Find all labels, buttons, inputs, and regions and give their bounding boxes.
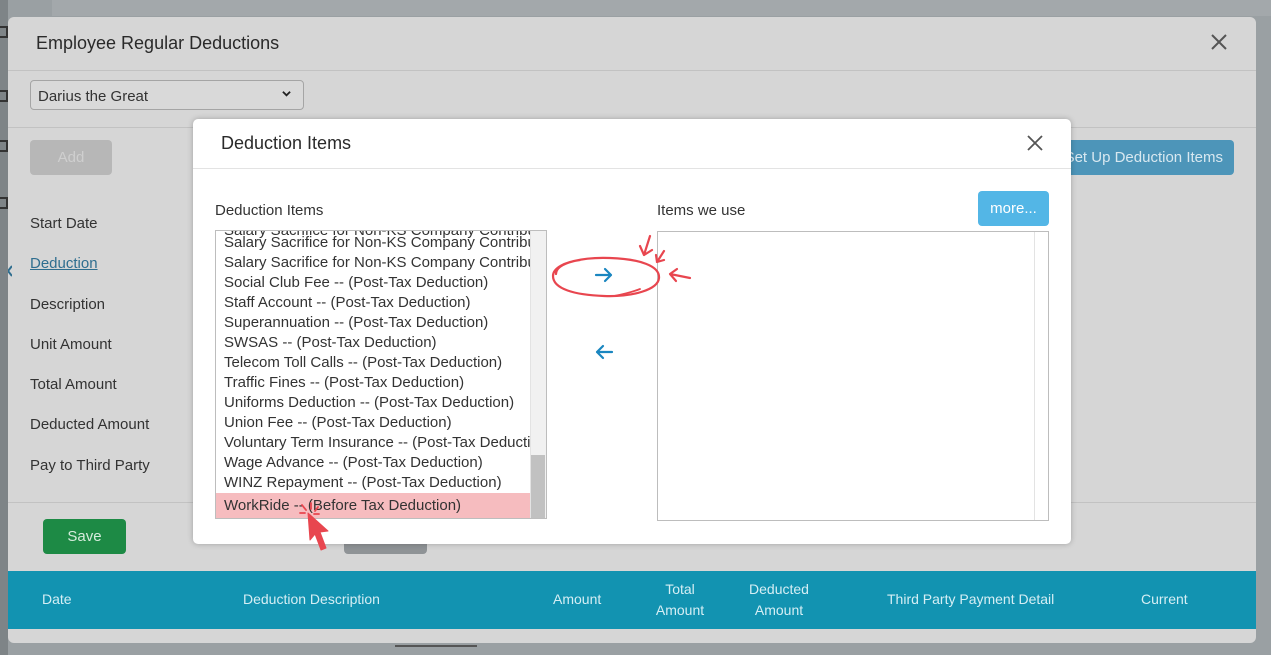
save-button[interactable]: Save [43, 519, 126, 554]
add-button[interactable]: Add [30, 140, 112, 175]
bank-icon [0, 197, 8, 209]
list-item-selected[interactable]: WorkRide -- (Before Tax Deduction) [216, 493, 530, 518]
list-item[interactable]: Union Fee -- (Post-Tax Deduction) [216, 413, 530, 433]
employee-select[interactable]: Darius the Great [30, 80, 304, 110]
list-item[interactable]: Superannuation -- (Post-Tax Deduction) [216, 313, 530, 333]
items-we-use-scrollbar[interactable] [1034, 232, 1048, 520]
deductions-table-header: Date Deduction Description Amount Total … [8, 571, 1256, 629]
listbox-scrollbar[interactable] [530, 231, 546, 518]
calendar-icon [0, 26, 8, 38]
deduction-link[interactable]: Deduction [30, 255, 98, 272]
document-icon [0, 90, 8, 102]
column-header-date: Date [42, 591, 72, 607]
column-header-deduction-description: Deduction Description [243, 591, 380, 607]
setup-deduction-items-button[interactable]: Set Up Deduction Items [1048, 140, 1234, 175]
list-item[interactable]: SWSAS -- (Post-Tax Deduction) [216, 333, 530, 353]
list-item[interactable]: Telecom Toll Calls -- (Post-Tax Deductio… [216, 353, 530, 373]
column-header-total-line1: Total [665, 581, 695, 597]
list-item[interactable]: Wage Advance -- (Post-Tax Deduction) [216, 453, 530, 473]
column-header-current: Current [1141, 591, 1188, 607]
column-header-deducted-amount: Deducted Amount [744, 579, 814, 621]
chevron-left-icon [8, 265, 12, 277]
column-header-third-party: Third Party Payment Detail [887, 591, 1055, 607]
inner-modal-header: Deduction Items [193, 119, 1071, 169]
arrow-right-icon[interactable] [593, 264, 615, 286]
list-item[interactable]: Uniforms Deduction -- (Post-Tax Deductio… [216, 393, 530, 413]
deducted-amount-label: Deducted Amount [30, 416, 150, 433]
list-item[interactable]: Traffic Fines -- (Post-Tax Deduction) [216, 373, 530, 393]
close-icon[interactable] [1025, 133, 1045, 153]
list-item[interactable]: Social Club Fee -- (Post-Tax Deduction) [216, 273, 530, 293]
description-label: Description [30, 296, 106, 313]
list-item[interactable]: WINZ Repayment -- (Post-Tax Deduction) [216, 473, 530, 493]
outer-modal-header: Employee Regular Deductions [8, 17, 1256, 71]
column-header-total-amount: Total Amount [652, 579, 708, 621]
pay-to-third-party-label: Pay to Third Party [30, 457, 150, 474]
employee-select-value: Darius the Great [38, 88, 149, 105]
deduction-items-listbox[interactable]: Salary Sacrifice for Non-KS Company Cont… [215, 230, 547, 519]
chevron-down-icon [282, 91, 291, 97]
column-header-deducted-line1: Deducted [749, 581, 809, 597]
items-we-use-listbox[interactable] [657, 231, 1049, 521]
deduction-items-modal: Deduction Items Deduction Items Items we… [193, 119, 1071, 544]
start-date-label: Start Date [30, 215, 98, 232]
arrow-left-icon[interactable] [593, 341, 615, 363]
unit-amount-label: Unit Amount [30, 336, 112, 353]
list-item[interactable]: Salary Sacrifice for Non-KS Company Cont… [216, 233, 530, 253]
outer-modal-title: Employee Regular Deductions [36, 33, 280, 53]
background-topbar [52, 0, 1271, 16]
people-icon [0, 140, 8, 152]
inner-modal-title: Deduction Items [221, 133, 352, 153]
column-header-total-line2: Amount [655, 602, 705, 618]
list-item[interactable]: Voluntary Term Insurance -- (Post-Tax De… [216, 433, 530, 453]
deduction-items-label: Deduction Items [215, 202, 324, 219]
list-item[interactable]: Salary Sacrifice for Non-KS Company Cont… [216, 253, 530, 273]
more-button[interactable]: more... [978, 191, 1049, 226]
list-item[interactable]: Staff Account -- (Post-Tax Deduction) [216, 293, 530, 313]
background-footer [395, 645, 477, 647]
items-we-use-label: Items we use [657, 202, 746, 219]
column-header-amount: Amount [553, 591, 602, 607]
total-amount-label: Total Amount [30, 376, 117, 393]
column-header-deducted-line2: Amount [754, 602, 804, 618]
close-icon[interactable] [1208, 31, 1230, 53]
listbox-scroll-thumb[interactable] [531, 455, 545, 518]
